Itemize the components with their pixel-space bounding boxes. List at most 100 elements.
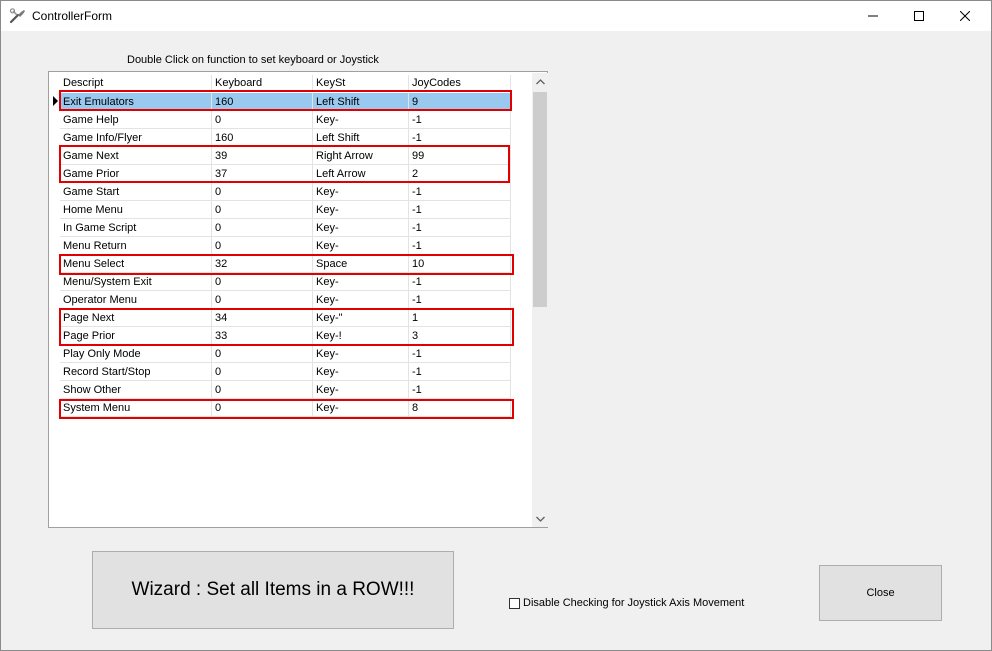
keyst-cell[interactable]: Key-: [313, 219, 409, 237]
table-row[interactable]: Menu Select 32 Space 10: [49, 255, 511, 273]
joystick-axis-checkbox-label[interactable]: Disable Checking for Joystick Axis Movem…: [523, 597, 744, 609]
keyst-cell[interactable]: Key-!: [313, 327, 409, 345]
maximize-button[interactable]: [896, 1, 942, 31]
window-close-button[interactable]: [942, 1, 988, 31]
joycodes-cell[interactable]: -1: [409, 345, 511, 363]
table-row[interactable]: Game Help 0 Key- -1: [49, 111, 511, 129]
table-row[interactable]: Operator Menu 0 Key- -1: [49, 291, 511, 309]
descript-cell[interactable]: Page Prior: [60, 327, 212, 345]
descript-cell[interactable]: Page Next: [60, 309, 212, 327]
joystick-axis-checkbox[interactable]: [509, 597, 520, 609]
descript-cell[interactable]: Game Info/Flyer: [60, 129, 212, 147]
keyst-cell[interactable]: Key-: [313, 111, 409, 129]
keyboard-cell[interactable]: 0: [212, 183, 313, 201]
keyboard-cell[interactable]: 160: [212, 93, 313, 111]
keyst-cell[interactable]: Key-": [313, 309, 409, 327]
keyst-cell[interactable]: Key-: [313, 381, 409, 399]
descript-cell[interactable]: Home Menu: [60, 201, 212, 219]
keyst-cell[interactable]: Left Arrow: [313, 165, 409, 183]
joycodes-cell[interactable]: -1: [409, 237, 511, 255]
keyst-cell[interactable]: Key-: [313, 183, 409, 201]
keyboard-cell[interactable]: 160: [212, 129, 313, 147]
keyst-cell[interactable]: Key-: [313, 363, 409, 381]
table-row[interactable]: Game Start 0 Key- -1: [49, 183, 511, 201]
title-bar[interactable]: ControllerForm: [1, 1, 991, 31]
joystick-axis-checkbox-group[interactable]: Disable Checking for Joystick Axis Movem…: [509, 596, 744, 610]
keyboard-cell[interactable]: 34: [212, 309, 313, 327]
joycodes-cell[interactable]: -1: [409, 381, 511, 399]
table-row[interactable]: Page Next 34 Key-" 1: [49, 309, 511, 327]
keyboard-cell[interactable]: 0: [212, 237, 313, 255]
keyst-cell[interactable]: Key-: [313, 291, 409, 309]
joycodes-cell[interactable]: 2: [409, 165, 511, 183]
joycodes-cell[interactable]: 8: [409, 399, 511, 417]
keyboard-cell[interactable]: 0: [212, 381, 313, 399]
keyst-cell[interactable]: Left Shift: [313, 93, 409, 111]
keyst-cell[interactable]: Key-: [313, 399, 409, 417]
descript-cell[interactable]: Record Start/Stop: [60, 363, 212, 381]
keyst-cell[interactable]: Key-: [313, 345, 409, 363]
table-row[interactable]: Home Menu 0 Key- -1: [49, 201, 511, 219]
keyboard-cell[interactable]: 0: [212, 219, 313, 237]
descript-cell[interactable]: Show Other: [60, 381, 212, 399]
descript-cell[interactable]: Play Only Mode: [60, 345, 212, 363]
table-row[interactable]: Menu/System Exit 0 Key- -1: [49, 273, 511, 291]
keyboard-cell[interactable]: 0: [212, 273, 313, 291]
descript-cell[interactable]: Game Prior: [60, 165, 212, 183]
scroll-down-button[interactable]: [532, 510, 548, 527]
table-row[interactable]: Menu Return 0 Key- -1: [49, 237, 511, 255]
table-row[interactable]: Play Only Mode 0 Key- -1: [49, 345, 511, 363]
table-row[interactable]: In Game Script 0 Key- -1: [49, 219, 511, 237]
keyboard-cell[interactable]: 0: [212, 291, 313, 309]
table-row[interactable]: Game Next 39 Right Arrow 99: [49, 147, 511, 165]
joycodes-cell[interactable]: -1: [409, 201, 511, 219]
descript-cell[interactable]: Game Next: [60, 147, 212, 165]
keyst-cell[interactable]: Left Shift: [313, 129, 409, 147]
table-row[interactable]: System Menu 0 Key- 8: [49, 399, 511, 417]
keyboard-cell[interactable]: 0: [212, 363, 313, 381]
keyst-cell[interactable]: Key-: [313, 237, 409, 255]
joycodes-cell[interactable]: -1: [409, 129, 511, 147]
table-row[interactable]: Exit Emulators 160 Left Shift 9: [49, 93, 511, 111]
keyboard-cell[interactable]: 32: [212, 255, 313, 273]
joycodes-cell[interactable]: -1: [409, 183, 511, 201]
descript-cell[interactable]: System Menu: [60, 399, 212, 417]
table-row[interactable]: Page Prior 33 Key-! 3: [49, 327, 511, 345]
descript-cell[interactable]: Game Start: [60, 183, 212, 201]
close-button[interactable]: Close: [819, 565, 942, 621]
joycodes-cell[interactable]: 99: [409, 147, 511, 165]
table-row[interactable]: Game Prior 37 Left Arrow 2: [49, 165, 511, 183]
joycodes-cell[interactable]: -1: [409, 273, 511, 291]
joycodes-cell[interactable]: 1: [409, 309, 511, 327]
keyboard-cell[interactable]: 33: [212, 327, 313, 345]
descript-cell[interactable]: Menu/System Exit: [60, 273, 212, 291]
descript-cell[interactable]: Game Help: [60, 111, 212, 129]
keyst-cell[interactable]: Space: [313, 255, 409, 273]
scroll-up-button[interactable]: [532, 73, 548, 90]
keyboard-cell[interactable]: 39: [212, 147, 313, 165]
keyboard-cell[interactable]: 0: [212, 111, 313, 129]
column-header-descript[interactable]: Descript: [60, 75, 212, 91]
keyboard-cell[interactable]: 0: [212, 345, 313, 363]
joycodes-cell[interactable]: -1: [409, 219, 511, 237]
table-row[interactable]: Record Start/Stop 0 Key- -1: [49, 363, 511, 381]
vertical-scrollbar[interactable]: [532, 73, 548, 527]
joycodes-cell[interactable]: 9: [409, 93, 511, 111]
joycodes-cell[interactable]: -1: [409, 111, 511, 129]
controller-grid[interactable]: Descript Keyboard KeySt JoyCodes Exit Em…: [48, 71, 548, 528]
column-header-joycodes[interactable]: JoyCodes: [409, 75, 511, 91]
keyst-cell[interactable]: Key-: [313, 273, 409, 291]
descript-cell[interactable]: Menu Return: [60, 237, 212, 255]
scrollbar-thumb[interactable]: [533, 92, 547, 307]
descript-cell[interactable]: In Game Script: [60, 219, 212, 237]
column-header-keyboard[interactable]: Keyboard: [212, 75, 313, 91]
keyst-cell[interactable]: Key-: [313, 201, 409, 219]
joycodes-cell[interactable]: -1: [409, 291, 511, 309]
descript-cell[interactable]: Exit Emulators: [60, 93, 212, 111]
column-header-keyst[interactable]: KeySt: [313, 75, 409, 91]
table-row[interactable]: Game Info/Flyer 160 Left Shift -1: [49, 129, 511, 147]
keyboard-cell[interactable]: 37: [212, 165, 313, 183]
joycodes-cell[interactable]: -1: [409, 363, 511, 381]
joycodes-cell[interactable]: 3: [409, 327, 511, 345]
joycodes-cell[interactable]: 10: [409, 255, 511, 273]
